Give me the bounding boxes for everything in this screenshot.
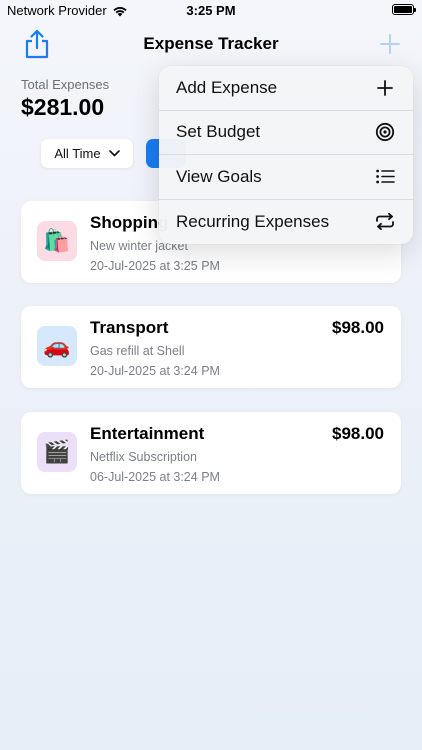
expense-amount: $98.00 <box>332 318 384 337</box>
menu-item-add-expense[interactable]: Add Expense <box>159 66 413 111</box>
status-time: 3:25 PM <box>186 3 236 18</box>
actions-menu: Add Expense Set Budget View Goals Recurr… <box>159 66 413 244</box>
menu-item-view-goals[interactable]: View Goals <box>159 155 413 200</box>
menu-item-label: Set Budget <box>176 122 261 142</box>
plus-icon <box>375 78 395 98</box>
battery-icon <box>392 4 416 15</box>
expense-description: Gas refill at Shell <box>90 344 185 358</box>
list-icon <box>375 167 395 187</box>
expense-category: Transport <box>90 318 169 337</box>
page-title: Expense Tracker <box>143 34 279 53</box>
menu-item-recurring-expenses[interactable]: Recurring Expenses <box>159 200 413 245</box>
target-icon <box>375 122 395 142</box>
expense-date: 20-Jul-2025 at 3:25 PM <box>90 259 220 273</box>
menu-item-label: View Goals <box>176 166 262 186</box>
chevron-down-icon <box>108 150 120 157</box>
time-filter-value: All Time <box>54 146 101 161</box>
expense-date: 06-Jul-2025 at 3:24 PM <box>90 470 220 484</box>
expense-card[interactable]: 🎬 Entertainment $98.00 Netflix Subscript… <box>21 412 401 494</box>
expense-description: Netflix Subscription <box>90 450 197 464</box>
menu-item-label: Recurring Expenses <box>176 211 330 231</box>
expense-card[interactable]: 🚗 Transport $98.00 Gas refill at Shell 2… <box>21 306 401 388</box>
plus-icon <box>380 34 400 54</box>
expense-category: Entertainment <box>90 424 205 443</box>
total-expenses-label: Total Expenses <box>21 77 110 92</box>
expense-date: 20-Jul-2025 at 3:24 PM <box>90 364 220 378</box>
menu-item-label: Add Expense <box>176 77 278 97</box>
menu-item-set-budget[interactable]: Set Budget <box>159 111 413 155</box>
expense-category: Shopping <box>90 213 169 232</box>
total-expenses-amount: $281.00 <box>21 94 105 120</box>
expense-amount: $98.00 <box>332 424 384 443</box>
car-icon: 🚗 <box>37 326 77 366</box>
repeat-icon <box>375 212 395 232</box>
shopping-bags-icon: 🛍️ <box>37 221 77 261</box>
clapper-board-icon: 🎬 <box>37 432 77 472</box>
time-filter-dropdown[interactable]: All Time <box>41 139 133 168</box>
add-button[interactable] <box>380 34 400 54</box>
status-bar: Network Provider 3:25 PM <box>0 0 422 22</box>
